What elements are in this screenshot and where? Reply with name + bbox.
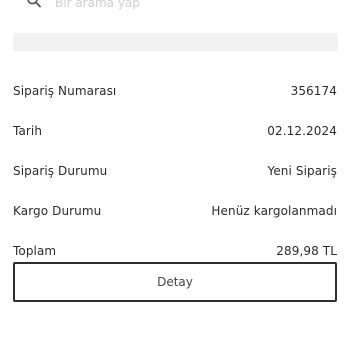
shipping-status-value: Henüz kargolanmadı	[211, 204, 337, 218]
order-summary-page: Sipariş Numarası 356174 Tarih 02.12.2024…	[0, 0, 350, 350]
date-label: Tarih	[13, 124, 43, 138]
order-number-value: 356174	[290, 84, 337, 98]
filter-bar	[13, 33, 338, 51]
order-number-label: Sipariş Numarası	[13, 84, 117, 98]
shipping-status-label: Kargo Durumu	[13, 204, 102, 218]
order-status-row: Sipariş Durumu Yeni Sipariş	[13, 164, 337, 178]
detail-button[interactable]: Detay	[13, 262, 337, 302]
date-value: 02.12.2024	[267, 124, 337, 138]
order-number-row: Sipariş Numarası 356174	[13, 84, 337, 98]
search-input[interactable]	[55, 0, 255, 10]
order-status-label: Sipariş Durumu	[13, 164, 108, 178]
search-icon	[26, 0, 42, 11]
total-row: Toplam 289,98 TL	[13, 244, 337, 258]
order-status-value: Yeni Sipariş	[267, 164, 337, 178]
total-label: Toplam	[13, 244, 57, 258]
date-row: Tarih 02.12.2024	[13, 124, 337, 138]
search-bar	[26, 0, 255, 12]
total-value: 289,98 TL	[276, 244, 337, 258]
shipping-status-row: Kargo Durumu Henüz kargolanmadı	[13, 204, 337, 218]
